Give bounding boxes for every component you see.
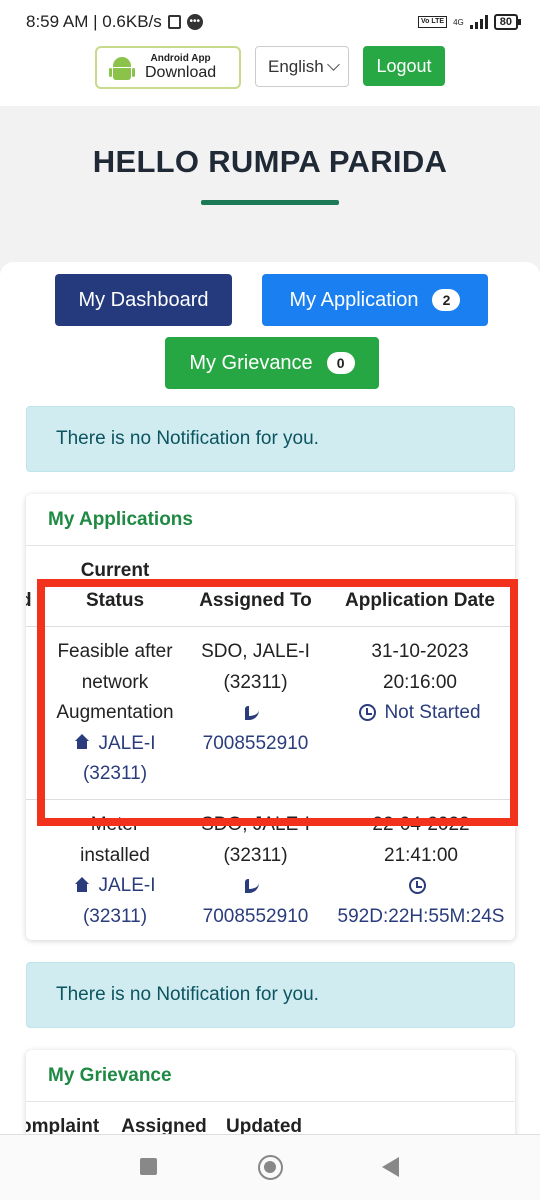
chevron-down-icon [327, 57, 340, 71]
notification-alert: There is no Notification for you. [26, 406, 515, 472]
application-time: 21:41:00 [384, 844, 458, 866]
volte-icon: Vo LTE [418, 16, 448, 28]
network-type: 4G [453, 17, 464, 27]
table-row-2-assigned: SDO, JALE-I (32311) 7008552910 [188, 810, 323, 932]
notification-alert-2: There is no Notification for you. [26, 962, 515, 1028]
status-line: installed [80, 844, 150, 866]
application-count-badge: 2 [432, 289, 461, 311]
clock-icon [408, 877, 426, 895]
download-label: Download [145, 64, 217, 82]
phone-icon [244, 878, 259, 893]
phone-icon-wrap [188, 871, 323, 902]
android-app-label: Android App [150, 53, 211, 65]
office-code: (32311) [82, 905, 148, 927]
status-bar: 8:59 AM | 0.6KB/s ••• Vo LTE 4G 80 [0, 0, 540, 44]
android-icon [109, 55, 135, 81]
my-grievance-button[interactable]: My Grievance 0 [165, 337, 379, 389]
document-icon [167, 15, 181, 29]
top-bar: Android App Download English Logout [0, 44, 540, 106]
my-dashboard-label: My Dashboard [78, 288, 209, 311]
highlight-box [37, 579, 518, 826]
table-row-2-status: Meter installed JALE-I (32311) [46, 810, 184, 932]
home-button-icon[interactable] [258, 1155, 283, 1180]
logout-button[interactable]: Logout [363, 46, 445, 86]
assigned-code: (32311) [223, 844, 288, 866]
status-right: Vo LTE 4G 80 [418, 14, 522, 30]
title-underline [201, 200, 339, 205]
chat-icon: ••• [186, 14, 203, 30]
home-icon [74, 876, 90, 893]
clock-icon-wrap [326, 871, 515, 902]
recents-icon[interactable] [140, 1158, 157, 1175]
my-application-button[interactable]: My Application 2 [262, 274, 488, 326]
page-title: HELLO RUMPA PARIDA [92, 144, 448, 179]
my-application-label: My Application [289, 288, 419, 311]
language-select[interactable]: English [255, 46, 349, 87]
office-name: JALE-I [98, 875, 156, 896]
elapsed-text: 592D:22H:55M:24S [337, 905, 505, 927]
header-cut-off: d [26, 586, 34, 617]
battery-icon: 80 [493, 14, 522, 30]
my-grievance-label: My Grievance [189, 351, 313, 374]
table-row-2-date: 22-04-2022 21:41:00 592D:22H:55M:24S [326, 810, 515, 932]
my-grievance-title: My Grievance [26, 1050, 515, 1102]
my-dashboard-button[interactable]: My Dashboard [55, 274, 232, 326]
status-time: 8:59 AM | 0.6KB/s [26, 12, 162, 31]
phone-link[interactable]: 7008552910 [188, 902, 323, 933]
android-app-download-button[interactable]: Android App Download [95, 46, 241, 89]
language-value: English [268, 56, 324, 76]
office-link[interactable]: JALE-I [46, 871, 184, 902]
android-app-text: Android App Download [145, 53, 216, 82]
grievance-count-badge: 0 [326, 352, 355, 374]
system-nav-bar [0, 1134, 540, 1200]
my-applications-title: My Applications [26, 494, 515, 546]
signal-icon [469, 15, 488, 29]
back-icon[interactable] [382, 1157, 399, 1177]
status-left: 8:59 AM | 0.6KB/s ••• [26, 12, 203, 32]
